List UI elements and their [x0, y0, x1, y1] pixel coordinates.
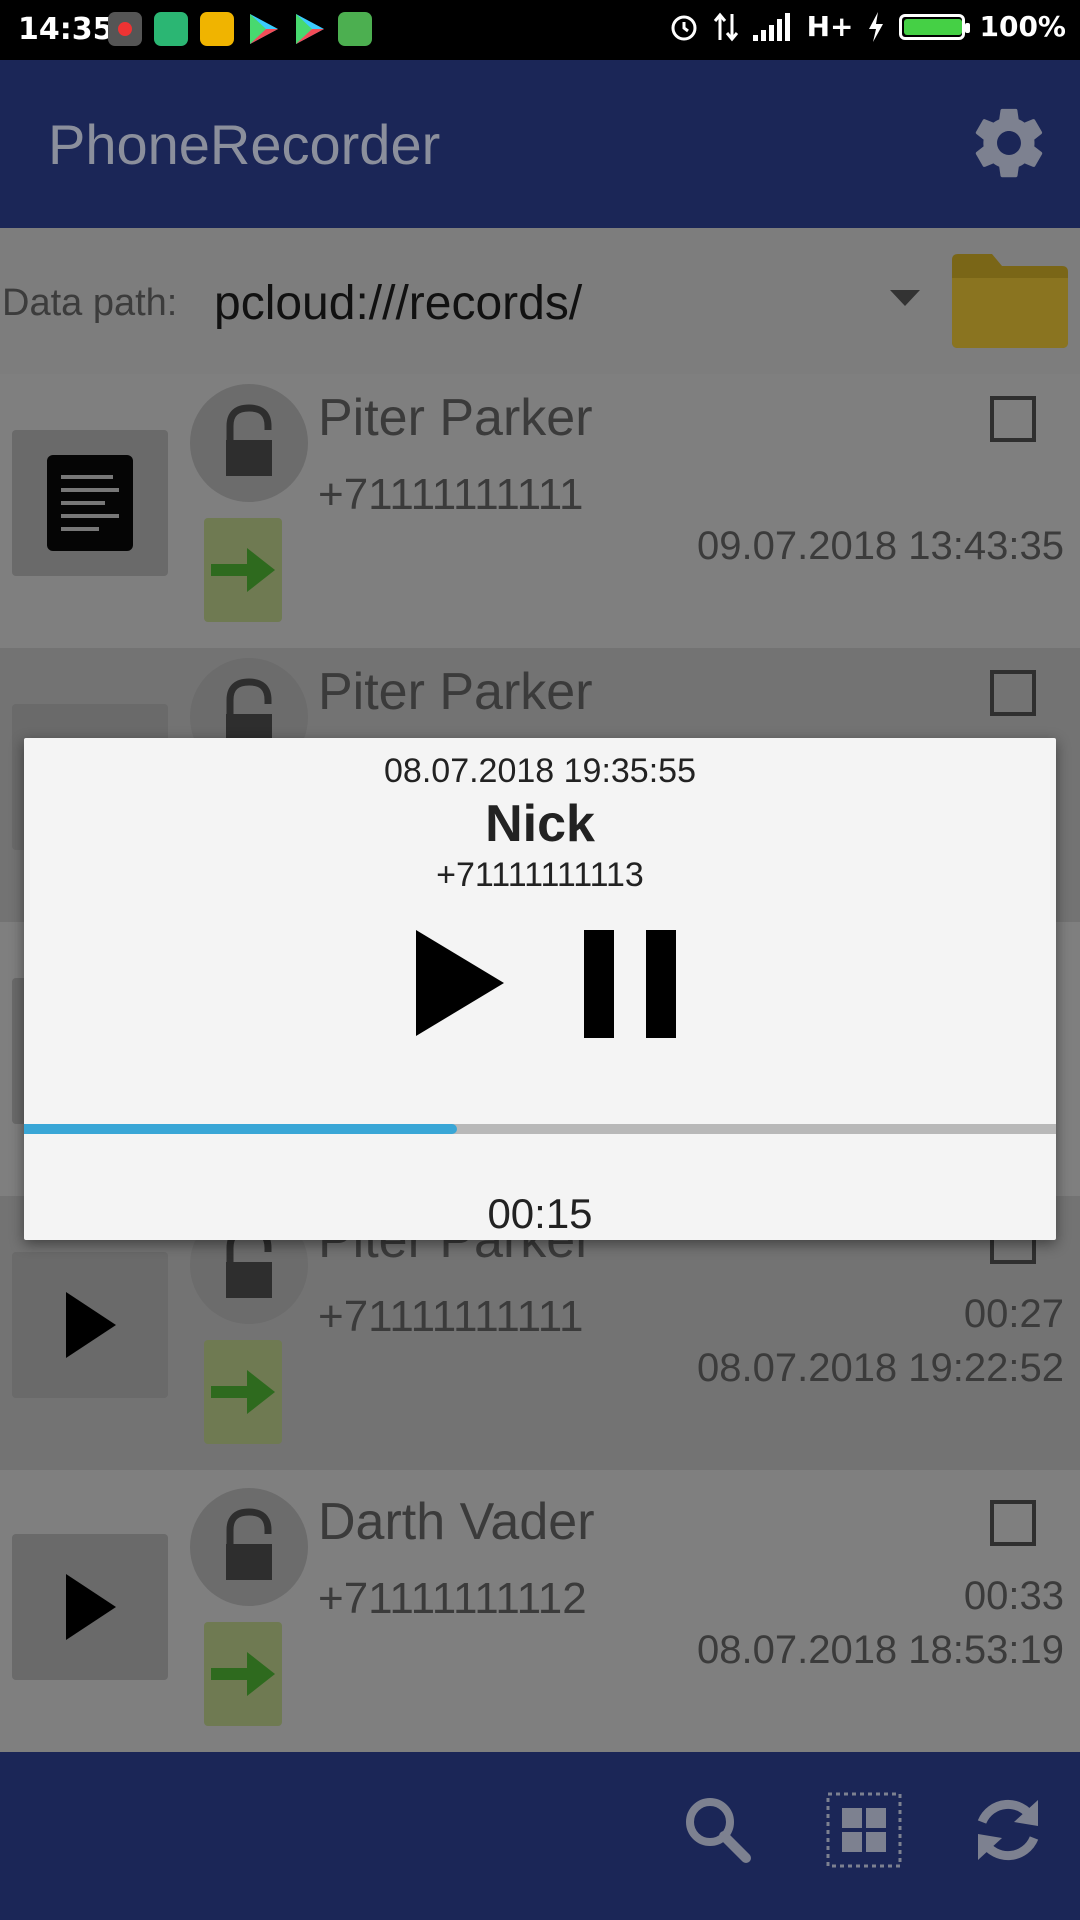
- contact-phone: +71111111112: [318, 1574, 587, 1623]
- record-date: 08.07.2018 18:53:19: [696, 1628, 1064, 1672]
- contact-name: Piter Parker: [318, 389, 593, 447]
- contact-phone: +71111111111: [318, 470, 584, 519]
- lock-icon: [226, 1508, 272, 1580]
- call-direction: [204, 518, 282, 622]
- charging-icon: [869, 11, 884, 42]
- pause-icon: [584, 930, 676, 1038]
- record-duration: 00:33: [963, 1574, 1064, 1618]
- alarm-icon: [671, 15, 697, 40]
- select-checkbox[interactable]: [990, 670, 1036, 716]
- outgoing-arrow-icon: [211, 1370, 275, 1414]
- play-store-icon: [250, 14, 278, 44]
- playback-progress-fill: [24, 1124, 458, 1134]
- chevron-down-icon[interactable]: [890, 290, 920, 306]
- player-dialog: 08.07.2018 19:35:55 Nick +71111111113 00…: [24, 738, 1056, 1240]
- playback-elapsed-time: 00:15: [487, 1190, 593, 1237]
- document-icon: [47, 455, 133, 551]
- battery-percent: 100%: [979, 10, 1066, 43]
- contact-name: Darth Vader: [318, 1493, 595, 1551]
- record-icon: [108, 12, 142, 46]
- select-checkbox[interactable]: [990, 1500, 1036, 1546]
- record-thumb[interactable]: [12, 430, 168, 576]
- record-duration: 00:27: [963, 1292, 1064, 1336]
- lock-toggle[interactable]: [190, 1488, 308, 1606]
- lock-icon: [226, 404, 272, 476]
- contact-name: Piter Parker: [318, 663, 593, 721]
- bottom-toolbar: [0, 1752, 1080, 1920]
- record-thumb[interactable]: [12, 1534, 168, 1680]
- play-icon: [66, 1292, 116, 1358]
- dialog-record-date: 08.07.2018 19:35:55: [384, 752, 696, 790]
- record-date: 08.07.2018 19:22:52: [696, 1346, 1064, 1390]
- signal-icon: [752, 12, 790, 41]
- folder-icon[interactable]: [948, 252, 1070, 350]
- battery-level: [904, 18, 963, 35]
- lock-toggle[interactable]: [190, 384, 308, 502]
- notification-icons: [108, 12, 372, 46]
- record-row[interactable]: Piter Parker +71111111111 09.07.2018 13:…: [0, 374, 1080, 648]
- dialog-contact-phone: +71111111113: [436, 856, 644, 894]
- data-path-value[interactable]: pcloud:///records/: [214, 276, 582, 331]
- system-icons: H+ 100%: [669, 10, 1066, 43]
- app-title: PhoneRecorder: [48, 113, 441, 176]
- record-date: 09.07.2018 13:43:35: [696, 524, 1064, 568]
- record-thumb[interactable]: [12, 1252, 168, 1398]
- status-bar: 14:35 H+ 100%: [0, 0, 1080, 60]
- data-path-row: Data path: pcloud:///records/: [0, 228, 1080, 374]
- battery-icon: [899, 13, 971, 40]
- contact-phone: +71111111111: [318, 1292, 584, 1341]
- dialog-contact-name: Nick: [485, 795, 595, 853]
- search-icon[interactable]: [676, 1788, 760, 1872]
- pause-button[interactable]: [582, 930, 678, 1038]
- status-time: 14:35: [18, 12, 114, 47]
- refresh-icon[interactable]: [966, 1788, 1050, 1872]
- android-icon: [338, 12, 372, 46]
- app-bar: PhoneRecorder: [0, 60, 1080, 228]
- playback-progress-bar[interactable]: [24, 1124, 1056, 1134]
- play-icon: [416, 930, 504, 1036]
- network-type: H+: [806, 10, 854, 43]
- shield-app-icon: [154, 12, 188, 46]
- photo-app-icon: [200, 12, 234, 46]
- data-path-label: Data path:: [2, 282, 178, 324]
- call-direction: [204, 1622, 282, 1726]
- play-icon: [66, 1574, 116, 1640]
- select-checkbox[interactable]: [990, 396, 1036, 442]
- data-transfer-icon: [713, 12, 738, 41]
- outgoing-arrow-icon: [211, 548, 275, 592]
- grid-select-icon[interactable]: [822, 1788, 906, 1872]
- play-button[interactable]: [414, 928, 506, 1038]
- record-row[interactable]: Darth Vader +71111111112 00:33 08.07.201…: [0, 1478, 1080, 1752]
- play-store-icon: [296, 14, 324, 44]
- outgoing-arrow-icon: [211, 1652, 275, 1696]
- gear-icon[interactable]: [968, 102, 1050, 184]
- call-direction: [204, 1340, 282, 1444]
